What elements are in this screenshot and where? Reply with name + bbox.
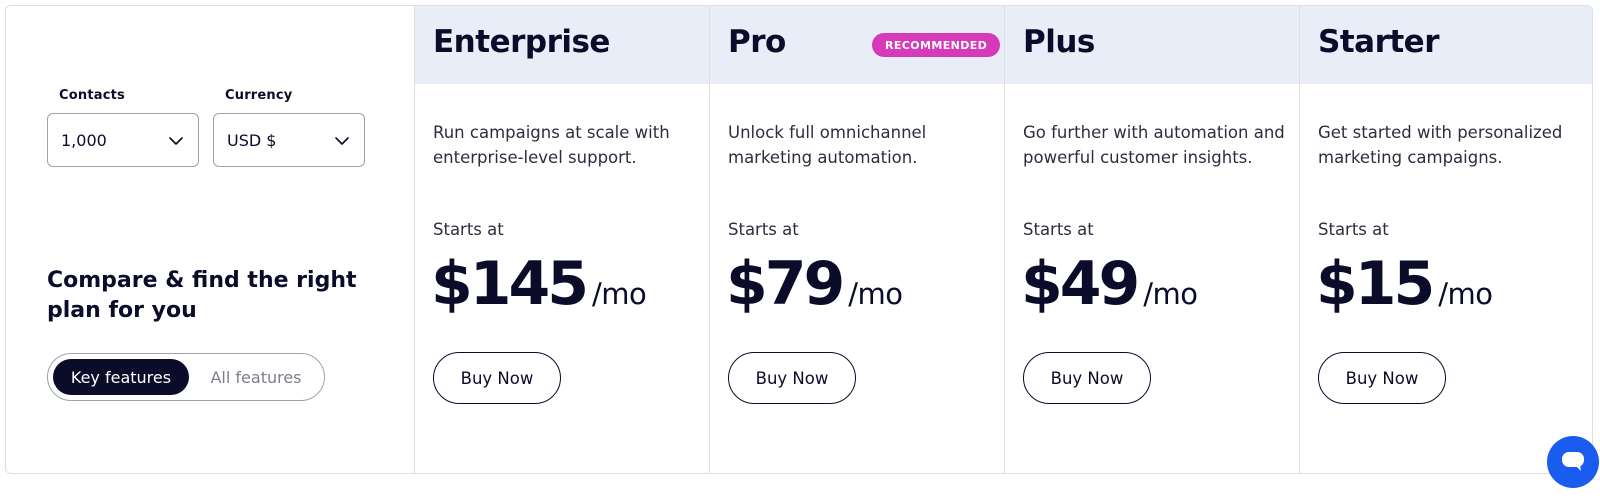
buy-now-button[interactable]: Buy Now [1318, 352, 1446, 404]
price-row: $15 /mo [1316, 246, 1493, 322]
price-period: /mo [1143, 277, 1198, 311]
plan-description: Run campaigns at scale with enterprise-l… [433, 123, 670, 167]
plan-name: Pro [728, 24, 786, 60]
buy-now-button[interactable]: Buy Now [433, 352, 561, 404]
compare-title: Compare & find the right plan for you [47, 268, 357, 323]
plan-description: Go further with automation and powerful … [1023, 123, 1285, 167]
currency-select[interactable]: USD $ [213, 113, 365, 167]
plan-price: $15 [1316, 249, 1435, 319]
filter-panel: Contacts 1,000 Currency USD $ Compare & … [6, 6, 414, 473]
currency-value: USD $ [227, 130, 277, 150]
pricing-table: Contacts 1,000 Currency USD $ Compare & … [5, 5, 1593, 474]
plan-name: Starter [1318, 24, 1439, 60]
contacts-select[interactable]: 1,000 [47, 113, 199, 167]
chevron-down-icon [169, 137, 183, 145]
recommended-badge: RECOMMENDED [872, 33, 1001, 57]
plan-column-enterprise: Enterprise Run campaigns at scale with e… [414, 6, 709, 473]
currency-label: Currency [225, 88, 293, 103]
plan-name: Plus [1023, 24, 1095, 60]
price-period: /mo [592, 277, 647, 311]
plan-header: Pro RECOMMENDED [710, 6, 1004, 84]
plan-price: $145 [431, 249, 589, 319]
price-row: $145 /mo [431, 246, 647, 322]
features-toggle: Key features All features [47, 353, 325, 401]
starts-at-label: Starts at [1023, 220, 1094, 239]
contacts-value: 1,000 [61, 130, 107, 150]
price-row: $49 /mo [1021, 246, 1198, 322]
buy-now-button[interactable]: Buy Now [728, 352, 856, 404]
price-period: /mo [848, 277, 903, 311]
chat-icon [1562, 452, 1584, 471]
plan-header: Enterprise [415, 6, 709, 84]
plan-description: Unlock full omnichannel marketing automa… [728, 123, 927, 167]
plan-price: $49 [1021, 249, 1140, 319]
starts-at-label: Starts at [1318, 220, 1389, 239]
plan-header: Starter [1300, 6, 1592, 84]
chat-button[interactable] [1547, 436, 1599, 488]
plan-column-starter: Starter Get started with personalized ma… [1299, 6, 1592, 473]
buy-now-button[interactable]: Buy Now [1023, 352, 1151, 404]
starts-at-label: Starts at [433, 220, 504, 239]
key-features-option[interactable]: Key features [53, 359, 189, 395]
plan-column-plus: Plus Go further with automation and powe… [1004, 6, 1299, 473]
plan-description: Get started with personalized marketing … [1318, 123, 1563, 167]
plan-column-pro: Pro RECOMMENDED Unlock full omnichannel … [709, 6, 1004, 473]
all-features-option[interactable]: All features [193, 359, 319, 395]
starts-at-label: Starts at [728, 220, 799, 239]
chevron-down-icon [335, 137, 349, 145]
plan-name: Enterprise [433, 24, 610, 60]
price-row: $79 /mo [726, 246, 903, 322]
plan-price: $79 [726, 249, 845, 319]
contacts-label: Contacts [59, 88, 125, 103]
price-period: /mo [1438, 277, 1493, 311]
plan-header: Plus [1005, 6, 1299, 84]
